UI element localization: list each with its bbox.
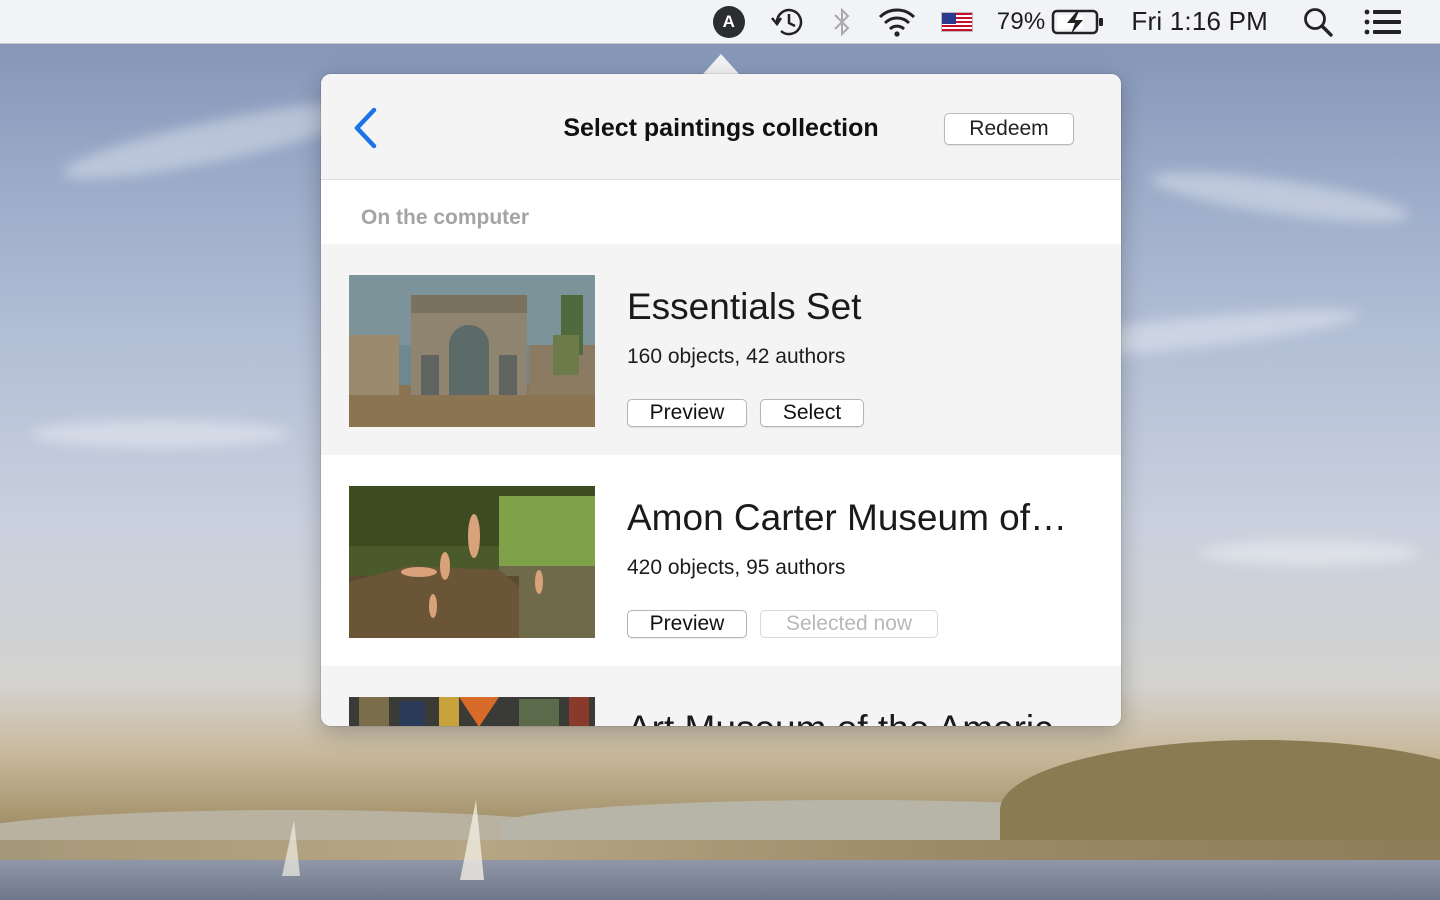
sailboat (282, 820, 300, 876)
clock[interactable]: Fri 1:16 PM (1131, 6, 1268, 37)
collection-thumbnail (349, 275, 595, 427)
battery-status[interactable]: 79% (997, 7, 1108, 37)
wifi-icon[interactable] (877, 6, 917, 38)
popover-arrow (703, 54, 739, 74)
collection-thumbnail (349, 697, 595, 726)
user-initial: A (712, 5, 745, 38)
bluetooth-icon[interactable] (831, 6, 853, 38)
collection-popover: Select paintings collection Redeem On th… (321, 74, 1121, 726)
collection-meta: 160 objects, 42 authors (627, 345, 846, 368)
collection-title: Amon Carter Museum of… (627, 497, 1068, 538)
us-flag-icon[interactable] (940, 11, 973, 32)
collection-row: Art Museum of the Americ (321, 666, 1121, 726)
selected-now-button: Selected now (760, 610, 938, 638)
preview-button[interactable]: Preview (627, 610, 747, 638)
spotlight-search-icon[interactable] (1302, 6, 1334, 38)
popover-header: Select paintings collection Redeem (321, 74, 1121, 180)
select-button[interactable]: Select (760, 399, 864, 427)
preview-button[interactable]: Preview (627, 399, 747, 427)
collection-thumbnail (349, 486, 595, 638)
sailboat (460, 800, 484, 880)
time-machine-icon[interactable] (769, 5, 807, 39)
menu-bar: A 79% Fri 1:16 PM (0, 0, 1440, 44)
redeem-button[interactable]: Redeem (944, 113, 1074, 145)
battery-charging-icon (1052, 9, 1104, 34)
section-label: On the computer (321, 180, 1121, 244)
collection-row: Essentials Set 160 objects, 42 authors P… (321, 244, 1121, 455)
collection-title: Essentials Set (627, 286, 862, 327)
collection-row: Amon Carter Museum of… 420 objects, 95 a… (321, 455, 1121, 666)
collection-meta: 420 objects, 95 authors (627, 556, 846, 579)
collection-title: Art Museum of the Americ (627, 708, 1087, 726)
user-avatar-icon[interactable]: A (712, 5, 745, 38)
battery-percent: 79% (996, 7, 1046, 35)
clock-text: Fri 1:16 PM (1131, 6, 1268, 36)
notification-center-icon[interactable] (1364, 8, 1402, 36)
